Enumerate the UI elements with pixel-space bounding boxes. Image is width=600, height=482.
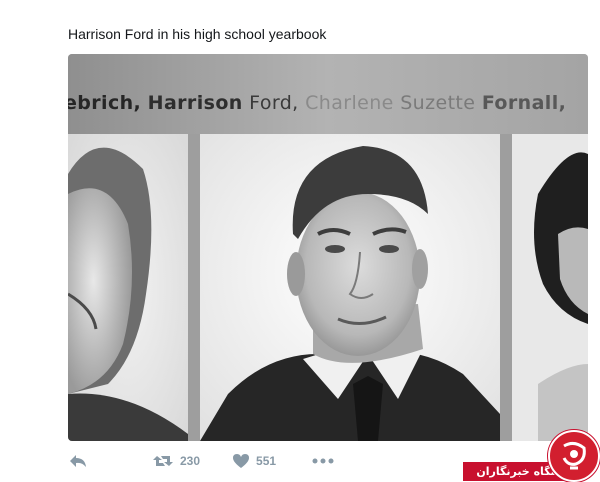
yearbook-name-line: ebrich, Harrison Ford, Charlene Suzette … — [68, 92, 566, 114]
tweet-text: Harrison Ford in his high school yearboo… — [68, 26, 327, 42]
tweet-actions: 230 551 — [68, 452, 334, 470]
name-part: Fornall, — [481, 92, 567, 114]
more-dots-icon — [312, 458, 334, 464]
yearbook-photo[interactable]: ebrich, Harrison Ford, Charlene Suzette … — [68, 54, 588, 441]
watermark-emblem-icon — [562, 441, 586, 470]
reply-button[interactable] — [68, 452, 88, 470]
name-part: Harrison — [147, 92, 243, 114]
name-part: Charlene — [305, 92, 394, 114]
watermark-logo: باشگاه خبرنگاران — [463, 424, 600, 482]
watermark-emblem — [548, 430, 600, 482]
reply-icon — [70, 455, 86, 467]
more-button[interactable] — [312, 457, 334, 465]
name-part: Ford, — [249, 92, 299, 114]
retweet-icon — [153, 456, 173, 466]
like-button[interactable]: 551 — [232, 453, 276, 469]
retweet-count: 230 — [180, 454, 201, 468]
heart-icon — [233, 454, 250, 468]
retweet-button[interactable]: 230 — [152, 452, 200, 470]
name-part: Suzette — [400, 92, 476, 114]
like-count: 551 — [256, 454, 277, 468]
name-part: ebrich, — [68, 92, 142, 114]
